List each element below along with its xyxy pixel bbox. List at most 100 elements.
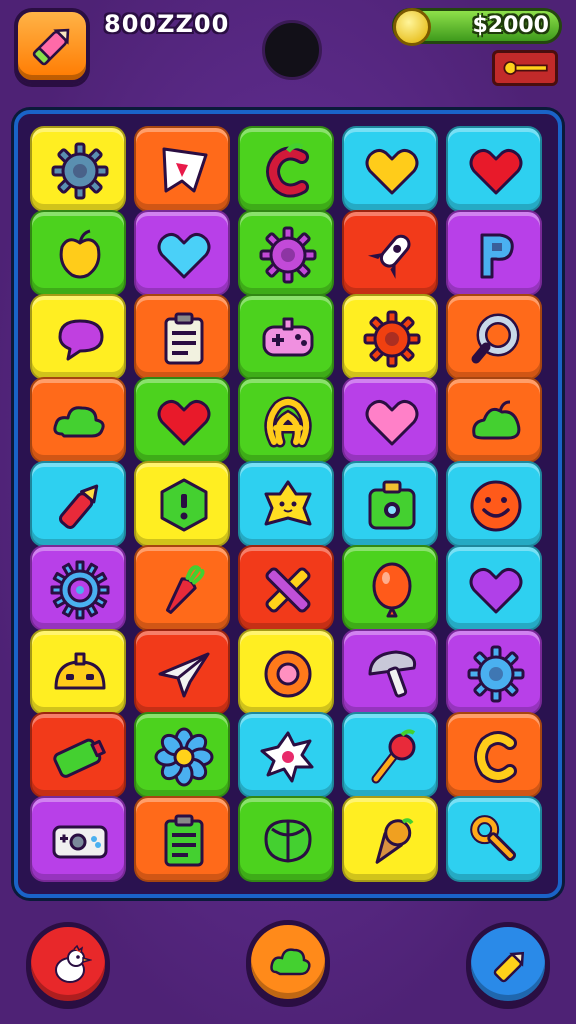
- pencil-icon: [32, 28, 70, 66]
- clipboard-icon: [164, 312, 204, 364]
- apple-c-icon: [266, 143, 309, 198]
- cloud-icon: [53, 406, 105, 438]
- tile-robot-face[interactable]: [30, 628, 126, 715]
- tile-shell[interactable]: [238, 796, 334, 882]
- tile-magnifier[interactable]: [446, 293, 542, 380]
- tile-donut[interactable]: [238, 628, 334, 715]
- carrot-icon: [165, 565, 205, 614]
- pencil-button[interactable]: [466, 922, 550, 1006]
- tile-heart[interactable]: [446, 126, 542, 212]
- heart-icon: [157, 400, 211, 446]
- tile-gear[interactable]: [446, 628, 542, 715]
- camera-notch: [262, 20, 322, 80]
- blob-icon: [472, 400, 521, 440]
- sun-gear-icon: [363, 310, 421, 367]
- tile-battery[interactable]: [30, 712, 126, 799]
- flower-icon: [154, 727, 214, 787]
- tile-cherry[interactable]: [342, 712, 438, 799]
- battery-icon: [53, 738, 106, 779]
- chicken-button[interactable]: [26, 922, 110, 1006]
- rocket-icon: [367, 234, 411, 279]
- target-icon: [50, 560, 110, 620]
- tile-cloud[interactable]: [30, 377, 126, 464]
- pretzel-icon: [264, 396, 312, 448]
- tile-speech-bubble[interactable]: [30, 293, 126, 380]
- tile-splat[interactable]: [238, 712, 334, 799]
- key-button[interactable]: [492, 50, 558, 86]
- tile-flower[interactable]: [134, 712, 230, 799]
- speech-bubble-icon: [58, 319, 104, 360]
- tile-pencil[interactable]: [30, 461, 126, 547]
- heart-icon: [365, 400, 419, 446]
- tile-letter-c[interactable]: [446, 712, 542, 799]
- tile-key[interactable]: [446, 796, 542, 882]
- coin-counter[interactable]: $2000: [392, 8, 562, 46]
- tile-rocket[interactable]: [342, 209, 438, 296]
- heart-icon: [469, 567, 523, 614]
- heart-icon: [157, 232, 211, 279]
- tile-letter-p[interactable]: [446, 209, 542, 296]
- tile-heart[interactable]: [134, 209, 230, 296]
- tile-heart[interactable]: [446, 544, 542, 631]
- tile-mushroom[interactable]: [342, 628, 438, 715]
- tile-balloon[interactable]: [342, 544, 438, 631]
- tile-carrot[interactable]: [134, 544, 230, 631]
- cloud-icon: [270, 948, 311, 976]
- tile-blob[interactable]: [446, 377, 542, 464]
- tile-paper-plane[interactable]: [134, 628, 230, 715]
- letter-c-icon: [474, 731, 517, 784]
- gamepad-icon: [262, 317, 314, 356]
- shell-icon: [264, 819, 312, 863]
- score-display: 800ZZ00: [104, 10, 230, 38]
- tile-clipboard[interactable]: [134, 293, 230, 380]
- heart-icon: [365, 148, 419, 195]
- tile-clipboard[interactable]: [134, 796, 230, 882]
- flag-icon: [162, 147, 208, 193]
- pencil-icon: [58, 484, 99, 529]
- gear-icon: [467, 645, 525, 702]
- tile-pretzel[interactable]: [238, 377, 334, 464]
- tile-flag[interactable]: [134, 126, 230, 212]
- tile-cross[interactable]: [238, 544, 334, 631]
- chicken-icon: [55, 944, 92, 983]
- console-icon: [52, 825, 108, 859]
- star-face-icon: [264, 480, 312, 526]
- tile-apple-c[interactable]: [238, 126, 334, 212]
- coin-icon: [393, 8, 431, 46]
- tile-camera[interactable]: [342, 461, 438, 547]
- tile-hexagon[interactable]: [134, 461, 230, 547]
- hexagon-icon: [160, 478, 208, 532]
- smiley-icon: [470, 480, 522, 532]
- tile-heart[interactable]: [134, 377, 230, 464]
- tile-gear[interactable]: [30, 126, 126, 212]
- game-board: [14, 110, 562, 898]
- magnifier-icon: [471, 313, 520, 363]
- cross-icon: [265, 567, 311, 613]
- pencil-icon: [493, 951, 525, 983]
- balloon-icon: [372, 562, 412, 618]
- apple-icon: [59, 229, 101, 279]
- tile-star-face[interactable]: [238, 461, 334, 547]
- tile-sun-gear[interactable]: [342, 293, 438, 380]
- heart-icon: [469, 148, 523, 195]
- tile-target[interactable]: [30, 544, 126, 631]
- gear-icon: [259, 226, 317, 284]
- tile-heart[interactable]: [342, 126, 438, 212]
- coin-amount: $2000: [472, 13, 549, 38]
- paper-plane-icon: [158, 652, 210, 697]
- tile-apple[interactable]: [30, 209, 126, 296]
- tile-gamepad[interactable]: [238, 293, 334, 380]
- tile-ice-cream[interactable]: [342, 796, 438, 882]
- tile-smiley[interactable]: [446, 461, 542, 547]
- tile-console[interactable]: [30, 796, 126, 882]
- cherry-icon: [371, 729, 416, 784]
- key-icon: [503, 61, 548, 75]
- tile-gear[interactable]: [238, 209, 334, 296]
- edit-button[interactable]: [14, 8, 90, 84]
- cloud-button[interactable]: [246, 920, 330, 1004]
- tile-heart[interactable]: [342, 377, 438, 464]
- mushroom-icon: [368, 650, 417, 698]
- camera-icon: [368, 480, 416, 530]
- donut-icon: [264, 650, 312, 697]
- ice-cream-icon: [375, 818, 414, 864]
